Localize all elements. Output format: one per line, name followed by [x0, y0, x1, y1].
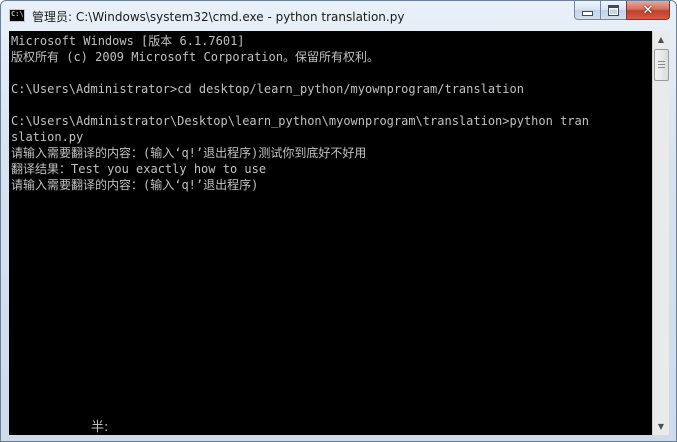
console-line: 翻译结果：Test you exactly how to use: [11, 162, 267, 176]
scrollbar-thumb[interactable]: [654, 49, 669, 81]
console-area[interactable]: Microsoft Windows [版本 6.1.7601] 版权所有 (c) …: [9, 31, 652, 435]
close-icon: ✕: [642, 2, 654, 18]
scroll-down-arrow-icon[interactable]: ▼: [653, 418, 669, 435]
console-line: Microsoft Windows [版本 6.1.7601]: [11, 34, 245, 48]
maximize-button[interactable]: [600, 1, 626, 20]
console-line: 请输入需要翻译的内容：(输入‘q!’退出程序)测试你到底好不好用: [11, 146, 367, 160]
console-output: Microsoft Windows [版本 6.1.7601] 版权所有 (c) …: [11, 33, 589, 193]
caption-buttons: ✕: [574, 1, 670, 21]
console-line: 版权所有 (c) 2009 Microsoft Corporation。保留所有…: [11, 50, 379, 64]
scroll-up-arrow-icon[interactable]: ▲: [653, 31, 669, 48]
minimize-button[interactable]: [574, 1, 600, 20]
cmd-icon[interactable]: [9, 9, 25, 22]
minimize-icon: [582, 10, 593, 16]
close-button[interactable]: ✕: [626, 1, 670, 20]
console-line: C:\Users\Administrator>cd desktop/learn_…: [11, 82, 524, 96]
console-prompt-line[interactable]: 请输入需要翻译的内容：(输入‘q!’退出程序): [11, 177, 589, 193]
title-bar[interactable]: 管理员: C:\Windows\system32\cmd.exe - pytho…: [1, 1, 676, 31]
ime-status: 半:: [91, 420, 109, 435]
maximize-icon: [608, 4, 619, 16]
vertical-scrollbar[interactable]: ▲ ▼: [652, 31, 669, 435]
cmd-window: 管理员: C:\Windows\system32\cmd.exe - pytho…: [0, 0, 677, 442]
console-line: C:\Users\Administrator\Desktop\learn_pyt…: [11, 114, 589, 128]
console-line: slation.py: [11, 130, 84, 144]
window-title: 管理员: C:\Windows\system32\cmd.exe - pytho…: [32, 10, 405, 24]
